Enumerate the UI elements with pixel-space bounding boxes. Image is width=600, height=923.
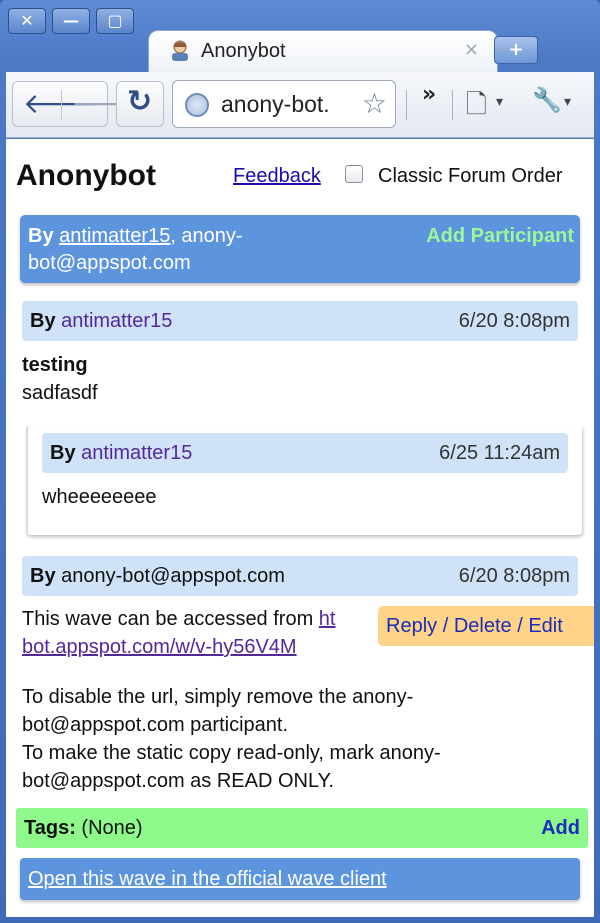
browser-tab[interactable]: Anonybot × [148, 30, 498, 72]
by-label: By [30, 565, 56, 587]
chevron-down-icon: ▾ [564, 94, 572, 110]
window-close-button[interactable]: ✕ [8, 8, 46, 34]
reload-icon: ↻ [127, 84, 153, 119]
page-content: Anonybot Feedback Classic Forum Order By… [6, 139, 594, 917]
tab-title: Anonybot [201, 40, 286, 62]
wave-url-link[interactable]: ht [319, 608, 336, 630]
browser-toolbar: 🡐 🡒 ↻ anony-bot. ☆ » 🗋 ▾ 🔧 ▾ [6, 72, 594, 138]
tags-value: (None) [81, 817, 143, 839]
participant-bot: bot@appspot.com [28, 252, 191, 274]
action-separator: / [517, 615, 523, 637]
overflow-chevron-icon[interactable]: » [422, 82, 436, 107]
blip-text: bot@appspot.com participant. [22, 714, 289, 736]
divider [61, 90, 62, 120]
blip-title: testing [22, 354, 88, 376]
blip-text: To make the static copy read-only, mark … [22, 742, 441, 764]
blip-byline: By anony-bot@appspot.com [30, 565, 285, 588]
window-maximize-button[interactable]: ▢ [96, 8, 134, 34]
divider [452, 90, 453, 120]
delete-button[interactable]: Delete [454, 615, 512, 637]
blip-timestamp: 6/25 11:24am [439, 442, 560, 464]
blip-text: sadfasdf [22, 382, 98, 404]
page-title: Anonybot [16, 159, 156, 192]
blip-header: By antimatter15 6/20 8:08pm [22, 301, 578, 341]
blip-body: This wave can be accessed from ht bot.ap… [22, 605, 335, 661]
blip-actions: Reply / Delete / Edit [378, 606, 594, 646]
feedback-link[interactable]: Feedback [233, 165, 321, 188]
url-text: anony-bot. [221, 91, 330, 117]
tags-line: Tags: (None) [24, 817, 143, 840]
tab-close-icon[interactable]: × [464, 39, 479, 60]
blip-header: By antimatter15 6/25 11:24am [42, 433, 568, 473]
by-label: By [28, 225, 54, 247]
by-label: By [30, 310, 56, 332]
globe-icon [185, 93, 209, 117]
open-wave-bar: Open this wave in the official wave clie… [20, 858, 580, 900]
window-minimize-button[interactable]: — [52, 8, 90, 34]
blip-author[interactable]: antimatter15 [81, 442, 192, 464]
blip-byline: By antimatter15 [30, 310, 172, 333]
tags-bar: Tags: (None) Add [16, 808, 588, 848]
blip-timestamp: 6/20 8:08pm [458, 310, 570, 332]
tags-label: Tags: [24, 817, 76, 839]
blip-timestamp: 6/20 8:08pm [458, 565, 570, 587]
address-bar[interactable]: anony-bot. ☆ [172, 80, 396, 128]
wrench-icon[interactable]: 🔧 [532, 86, 562, 114]
robot-face-icon [172, 40, 188, 61]
divider [406, 90, 407, 120]
participant-link[interactable]: antimatter15 [59, 225, 170, 247]
classic-order-label: Classic Forum Order [378, 165, 563, 187]
blip-text: bot@appspot.com as READ ONLY. [22, 770, 334, 792]
add-tag-button[interactable]: Add [541, 817, 580, 840]
blip-author[interactable]: antimatter15 [61, 310, 172, 332]
participants-line: By antimatter15, anony- [28, 225, 243, 248]
edit-button[interactable]: Edit [528, 615, 562, 637]
participants-bar: By antimatter15, anony- bot@appspot.com … [20, 215, 580, 283]
chevron-down-icon: ▾ [496, 94, 504, 110]
page-menu-icon[interactable]: 🗋 [466, 86, 487, 130]
wave-url-link[interactable]: bot.appspot.com/w/v-hy56V4M [22, 636, 297, 658]
blip-text: This wave can be accessed from [22, 608, 319, 630]
blip-text: To disable the url, simply remove the an… [22, 686, 414, 708]
reply-button[interactable]: Reply [386, 615, 437, 637]
reload-button[interactable]: ↻ [116, 81, 164, 127]
window-frame: ✕ — ▢ Anonybot × + 🡐 🡒 ↻ anony-bot. ☆ » … [0, 0, 600, 923]
participant-separator: , anony- [170, 225, 243, 247]
blip-header: By anony-bot@appspot.com 6/20 8:08pm [22, 556, 578, 596]
blip-body: To disable the url, simply remove the an… [22, 683, 441, 795]
back-forward-group: 🡐 🡒 [12, 81, 146, 127]
new-tab-button[interactable]: + [494, 36, 538, 64]
star-icon[interactable]: ☆ [362, 87, 387, 120]
blip-byline: By antimatter15 [50, 442, 192, 465]
blip-text: wheeeeeeee [42, 486, 157, 508]
classic-order-checkbox[interactable] [345, 165, 363, 183]
blip-body: testing sadfasdf [22, 351, 98, 407]
add-participant-button[interactable]: Add Participant [426, 225, 574, 248]
by-label: By [50, 442, 76, 464]
open-wave-link[interactable]: Open this wave in the official wave clie… [28, 868, 387, 891]
action-separator: / [442, 615, 449, 637]
blip-author: anony-bot@appspot.com [61, 565, 285, 587]
